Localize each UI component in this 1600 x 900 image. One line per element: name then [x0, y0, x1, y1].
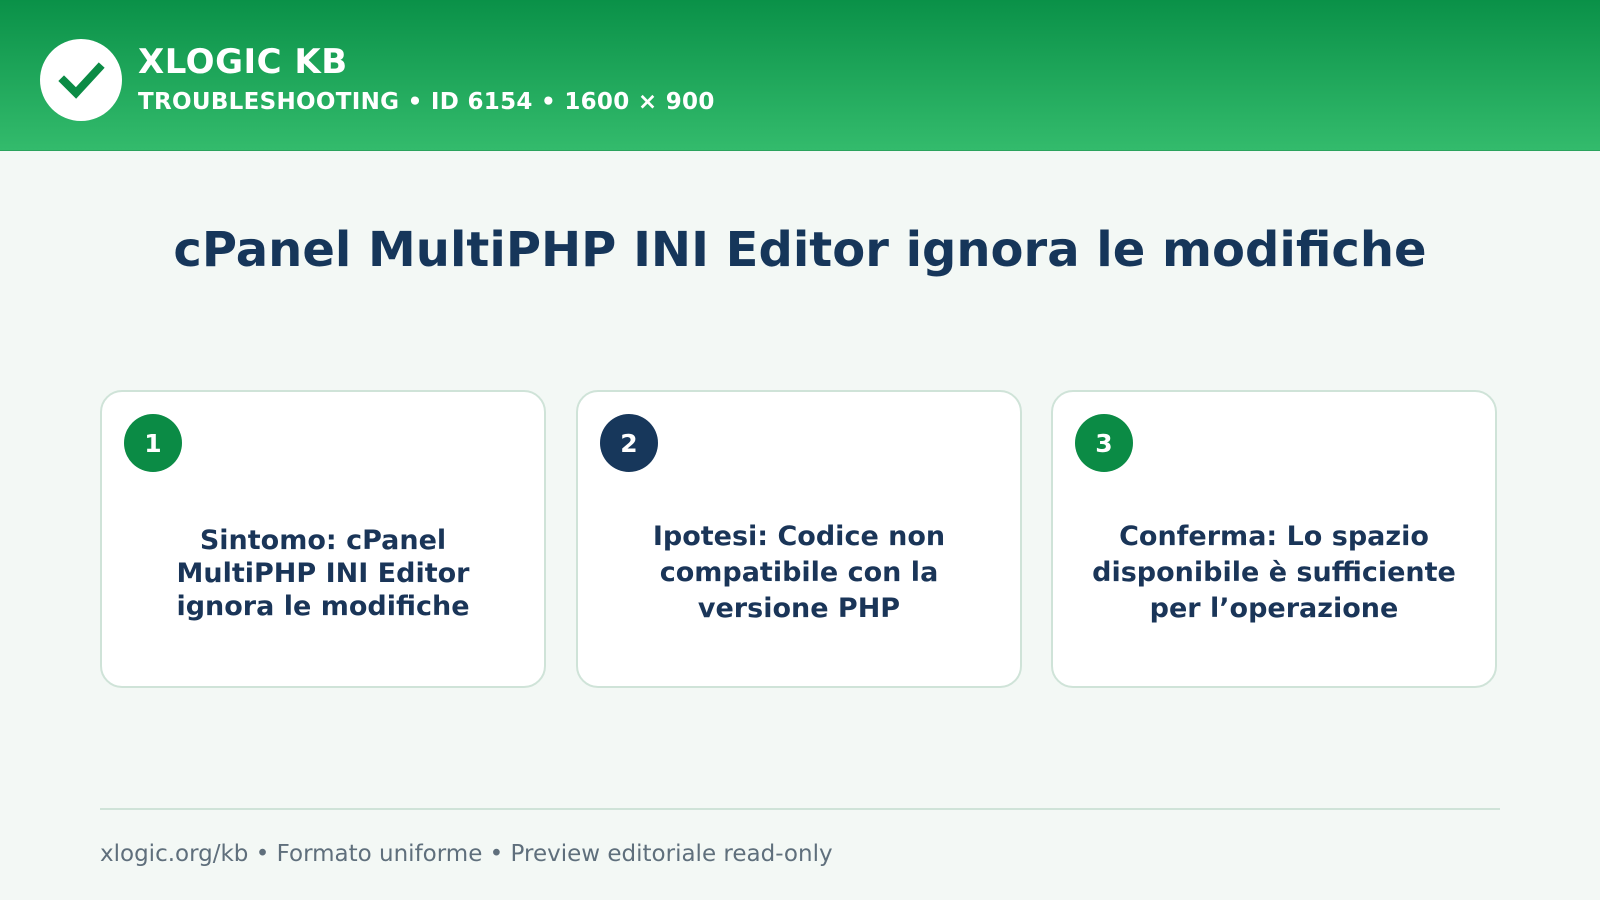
- header-subtitle: TROUBLESHOOTING • ID 6154 • 1600 × 900: [138, 89, 715, 115]
- step-badge-2: 2: [600, 414, 658, 472]
- step-card-3: 3 Conferma: Lo spazio disponibile è suff…: [1051, 390, 1497, 688]
- step-text-3: Conferma: Lo spazio disponibile è suffic…: [1092, 521, 1456, 624]
- step-card-2: 2 Ipotesi: Codice non compatibile con la…: [576, 390, 1022, 688]
- footer-divider: [100, 808, 1500, 810]
- checkmark-icon: [58, 62, 105, 99]
- step-text-1: Sintomo: cPanel MultiPHP INI Editor igno…: [176, 524, 470, 622]
- header-bar: XLOGIC KB TROUBLESHOOTING • ID 6154 • 16…: [0, 0, 1600, 151]
- page-title: cPanel MultiPHP INI Editor ignora le mod…: [173, 222, 1427, 278]
- logo: [40, 39, 122, 121]
- step-card-1: 1 Sintomo: cPanel MultiPHP INI Editor ig…: [100, 390, 546, 688]
- step-badge-1: 1: [124, 414, 182, 472]
- step-text-2: Ipotesi: Codice non compatibile con la v…: [652, 521, 946, 624]
- brand-name: XLOGIC KB: [138, 42, 348, 82]
- footer-text: xlogic.org/kb • Formato uniforme • Previ…: [100, 841, 833, 867]
- step-badge-3: 3: [1075, 414, 1133, 472]
